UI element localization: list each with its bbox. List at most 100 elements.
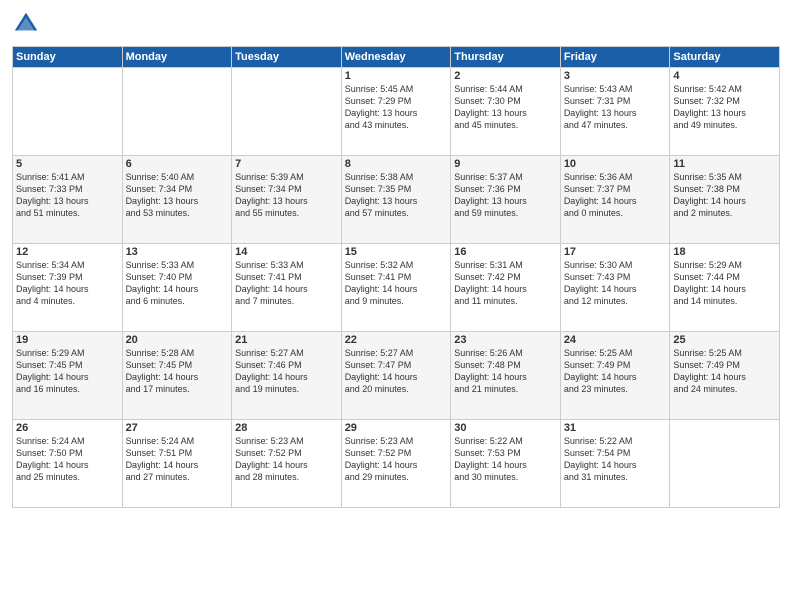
day-header-friday: Friday <box>560 47 670 68</box>
calendar-header-row: SundayMondayTuesdayWednesdayThursdayFrid… <box>13 47 780 68</box>
day-header-sunday: Sunday <box>13 47 123 68</box>
day-info: Sunrise: 5:40 AM Sunset: 7:34 PM Dayligh… <box>126 171 229 220</box>
logo <box>12 10 44 38</box>
day-info: Sunrise: 5:30 AM Sunset: 7:43 PM Dayligh… <box>564 259 667 308</box>
calendar-cell: 31Sunrise: 5:22 AM Sunset: 7:54 PM Dayli… <box>560 420 670 508</box>
day-info: Sunrise: 5:45 AM Sunset: 7:29 PM Dayligh… <box>345 83 448 132</box>
day-info: Sunrise: 5:23 AM Sunset: 7:52 PM Dayligh… <box>235 435 338 484</box>
day-info: Sunrise: 5:38 AM Sunset: 7:35 PM Dayligh… <box>345 171 448 220</box>
calendar-cell: 6Sunrise: 5:40 AM Sunset: 7:34 PM Daylig… <box>122 156 232 244</box>
calendar-cell: 26Sunrise: 5:24 AM Sunset: 7:50 PM Dayli… <box>13 420 123 508</box>
day-info: Sunrise: 5:35 AM Sunset: 7:38 PM Dayligh… <box>673 171 776 220</box>
calendar-cell: 20Sunrise: 5:28 AM Sunset: 7:45 PM Dayli… <box>122 332 232 420</box>
day-info: Sunrise: 5:27 AM Sunset: 7:46 PM Dayligh… <box>235 347 338 396</box>
day-number: 16 <box>454 246 557 258</box>
calendar-cell: 22Sunrise: 5:27 AM Sunset: 7:47 PM Dayli… <box>341 332 451 420</box>
day-info: Sunrise: 5:27 AM Sunset: 7:47 PM Dayligh… <box>345 347 448 396</box>
calendar-container: SundayMondayTuesdayWednesdayThursdayFrid… <box>0 0 792 612</box>
calendar-cell: 29Sunrise: 5:23 AM Sunset: 7:52 PM Dayli… <box>341 420 451 508</box>
day-number: 25 <box>673 334 776 346</box>
calendar-cell: 30Sunrise: 5:22 AM Sunset: 7:53 PM Dayli… <box>451 420 561 508</box>
day-header-wednesday: Wednesday <box>341 47 451 68</box>
day-info: Sunrise: 5:24 AM Sunset: 7:51 PM Dayligh… <box>126 435 229 484</box>
day-info: Sunrise: 5:29 AM Sunset: 7:44 PM Dayligh… <box>673 259 776 308</box>
calendar-cell: 12Sunrise: 5:34 AM Sunset: 7:39 PM Dayli… <box>13 244 123 332</box>
calendar-cell: 27Sunrise: 5:24 AM Sunset: 7:51 PM Dayli… <box>122 420 232 508</box>
calendar-cell: 8Sunrise: 5:38 AM Sunset: 7:35 PM Daylig… <box>341 156 451 244</box>
calendar-cell: 1Sunrise: 5:45 AM Sunset: 7:29 PM Daylig… <box>341 68 451 156</box>
day-number: 17 <box>564 246 667 258</box>
calendar-cell: 11Sunrise: 5:35 AM Sunset: 7:38 PM Dayli… <box>670 156 780 244</box>
calendar-cell: 5Sunrise: 5:41 AM Sunset: 7:33 PM Daylig… <box>13 156 123 244</box>
day-info: Sunrise: 5:22 AM Sunset: 7:54 PM Dayligh… <box>564 435 667 484</box>
day-info: Sunrise: 5:33 AM Sunset: 7:40 PM Dayligh… <box>126 259 229 308</box>
day-info: Sunrise: 5:44 AM Sunset: 7:30 PM Dayligh… <box>454 83 557 132</box>
day-number: 13 <box>126 246 229 258</box>
day-info: Sunrise: 5:34 AM Sunset: 7:39 PM Dayligh… <box>16 259 119 308</box>
day-info: Sunrise: 5:26 AM Sunset: 7:48 PM Dayligh… <box>454 347 557 396</box>
day-info: Sunrise: 5:24 AM Sunset: 7:50 PM Dayligh… <box>16 435 119 484</box>
calendar-week-2: 5Sunrise: 5:41 AM Sunset: 7:33 PM Daylig… <box>13 156 780 244</box>
calendar-cell: 21Sunrise: 5:27 AM Sunset: 7:46 PM Dayli… <box>232 332 342 420</box>
day-info: Sunrise: 5:29 AM Sunset: 7:45 PM Dayligh… <box>16 347 119 396</box>
day-number: 20 <box>126 334 229 346</box>
calendar-cell <box>670 420 780 508</box>
day-number: 3 <box>564 70 667 82</box>
calendar-week-4: 19Sunrise: 5:29 AM Sunset: 7:45 PM Dayli… <box>13 332 780 420</box>
calendar-cell: 24Sunrise: 5:25 AM Sunset: 7:49 PM Dayli… <box>560 332 670 420</box>
day-number: 29 <box>345 422 448 434</box>
day-header-monday: Monday <box>122 47 232 68</box>
day-number: 2 <box>454 70 557 82</box>
day-info: Sunrise: 5:25 AM Sunset: 7:49 PM Dayligh… <box>564 347 667 396</box>
day-number: 7 <box>235 158 338 170</box>
calendar-cell: 17Sunrise: 5:30 AM Sunset: 7:43 PM Dayli… <box>560 244 670 332</box>
day-info: Sunrise: 5:33 AM Sunset: 7:41 PM Dayligh… <box>235 259 338 308</box>
day-info: Sunrise: 5:39 AM Sunset: 7:34 PM Dayligh… <box>235 171 338 220</box>
calendar-cell <box>122 68 232 156</box>
day-number: 10 <box>564 158 667 170</box>
day-info: Sunrise: 5:23 AM Sunset: 7:52 PM Dayligh… <box>345 435 448 484</box>
day-number: 15 <box>345 246 448 258</box>
day-info: Sunrise: 5:37 AM Sunset: 7:36 PM Dayligh… <box>454 171 557 220</box>
day-number: 11 <box>673 158 776 170</box>
calendar-cell: 3Sunrise: 5:43 AM Sunset: 7:31 PM Daylig… <box>560 68 670 156</box>
calendar-week-1: 1Sunrise: 5:45 AM Sunset: 7:29 PM Daylig… <box>13 68 780 156</box>
calendar-cell: 23Sunrise: 5:26 AM Sunset: 7:48 PM Dayli… <box>451 332 561 420</box>
day-header-tuesday: Tuesday <box>232 47 342 68</box>
calendar-cell: 19Sunrise: 5:29 AM Sunset: 7:45 PM Dayli… <box>13 332 123 420</box>
day-number: 26 <box>16 422 119 434</box>
day-info: Sunrise: 5:32 AM Sunset: 7:41 PM Dayligh… <box>345 259 448 308</box>
calendar-cell: 7Sunrise: 5:39 AM Sunset: 7:34 PM Daylig… <box>232 156 342 244</box>
day-number: 28 <box>235 422 338 434</box>
day-number: 27 <box>126 422 229 434</box>
calendar-cell: 15Sunrise: 5:32 AM Sunset: 7:41 PM Dayli… <box>341 244 451 332</box>
calendar-cell: 25Sunrise: 5:25 AM Sunset: 7:49 PM Dayli… <box>670 332 780 420</box>
day-number: 23 <box>454 334 557 346</box>
day-number: 14 <box>235 246 338 258</box>
calendar-cell: 9Sunrise: 5:37 AM Sunset: 7:36 PM Daylig… <box>451 156 561 244</box>
day-info: Sunrise: 5:22 AM Sunset: 7:53 PM Dayligh… <box>454 435 557 484</box>
day-number: 1 <box>345 70 448 82</box>
day-number: 12 <box>16 246 119 258</box>
day-number: 19 <box>16 334 119 346</box>
header <box>12 10 780 38</box>
day-info: Sunrise: 5:31 AM Sunset: 7:42 PM Dayligh… <box>454 259 557 308</box>
calendar-cell: 28Sunrise: 5:23 AM Sunset: 7:52 PM Dayli… <box>232 420 342 508</box>
day-info: Sunrise: 5:42 AM Sunset: 7:32 PM Dayligh… <box>673 83 776 132</box>
day-number: 21 <box>235 334 338 346</box>
calendar-cell: 18Sunrise: 5:29 AM Sunset: 7:44 PM Dayli… <box>670 244 780 332</box>
day-info: Sunrise: 5:25 AM Sunset: 7:49 PM Dayligh… <box>673 347 776 396</box>
calendar-cell <box>13 68 123 156</box>
calendar-cell: 2Sunrise: 5:44 AM Sunset: 7:30 PM Daylig… <box>451 68 561 156</box>
calendar-cell <box>232 68 342 156</box>
calendar-week-3: 12Sunrise: 5:34 AM Sunset: 7:39 PM Dayli… <box>13 244 780 332</box>
day-number: 5 <box>16 158 119 170</box>
day-number: 6 <box>126 158 229 170</box>
day-number: 18 <box>673 246 776 258</box>
calendar-cell: 10Sunrise: 5:36 AM Sunset: 7:37 PM Dayli… <box>560 156 670 244</box>
day-header-thursday: Thursday <box>451 47 561 68</box>
logo-icon <box>12 10 40 38</box>
calendar-table: SundayMondayTuesdayWednesdayThursdayFrid… <box>12 46 780 508</box>
day-info: Sunrise: 5:43 AM Sunset: 7:31 PM Dayligh… <box>564 83 667 132</box>
day-number: 8 <box>345 158 448 170</box>
